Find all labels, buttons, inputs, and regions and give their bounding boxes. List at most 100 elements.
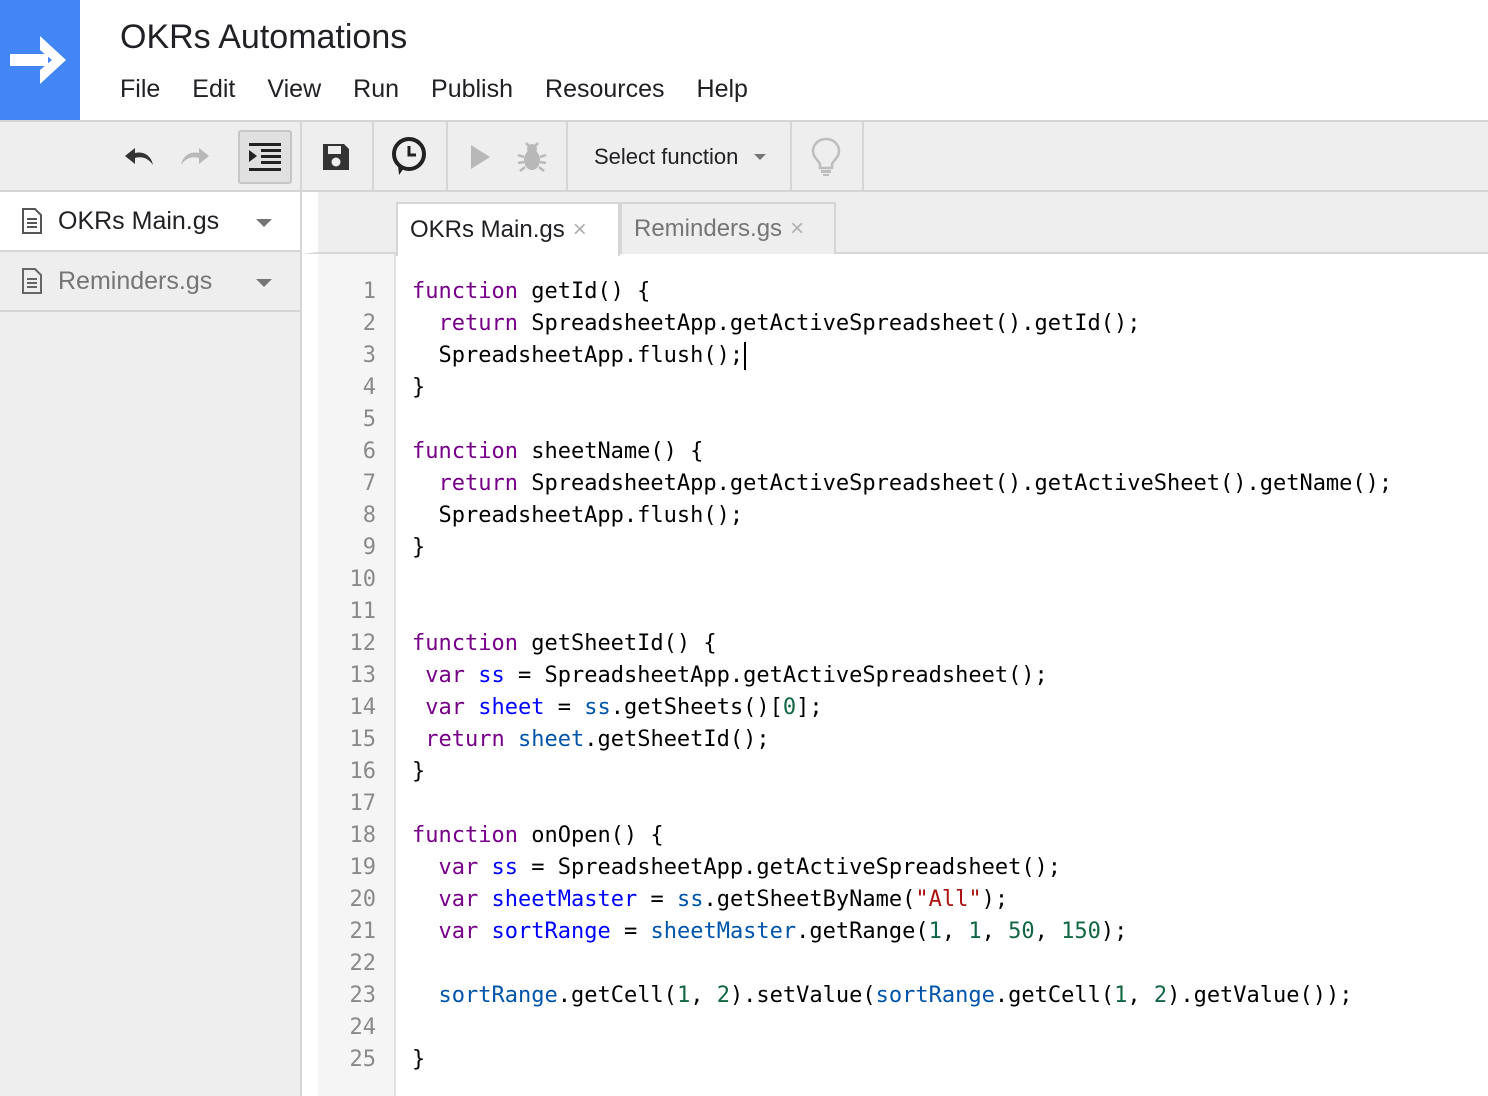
close-icon[interactable]: × (790, 217, 804, 241)
code-line[interactable]: return sheet.getSheetId(); (412, 724, 1482, 756)
sidebar-file-okrs-main[interactable]: OKRs Main.gs (0, 192, 300, 252)
code-line[interactable] (412, 1012, 1482, 1044)
code-line[interactable] (412, 596, 1482, 628)
code-line[interactable] (412, 404, 1482, 436)
tab-reminders[interactable]: Reminders.gs × (620, 202, 836, 254)
line-number: 12 (349, 631, 377, 656)
undo-icon (125, 148, 153, 165)
menu-file[interactable]: File (120, 72, 160, 106)
sidebar-file-label: Reminders.gs (58, 266, 213, 295)
line-number: 1 (362, 279, 376, 304)
line-number: 18 (349, 823, 377, 848)
redo-icon (181, 148, 209, 165)
code-line[interactable]: sortRange.getCell(1, 2).setValue(sortRan… (412, 980, 1482, 1012)
line-number: 24 (349, 1015, 377, 1040)
code-line[interactable]: } (412, 756, 1482, 788)
line-number: 6 (362, 439, 376, 464)
line-number: 17 (349, 791, 377, 816)
code-line[interactable]: return SpreadsheetApp.getActiveSpreadshe… (412, 308, 1482, 340)
undo-button[interactable] (118, 136, 162, 178)
menu-publish[interactable]: Publish (431, 72, 513, 106)
line-number: 11 (349, 599, 377, 624)
redo-button[interactable] (172, 136, 216, 178)
line-number: 19 (349, 855, 377, 880)
file-sidebar: OKRs Main.gs Reminders.gs (0, 192, 302, 1096)
bug-icon (517, 142, 547, 172)
app-header: OKRs Automations File Edit View Run Publ… (0, 0, 1488, 120)
code-line[interactable]: var ss = SpreadsheetApp.getActiveSpreads… (412, 852, 1482, 884)
text-cursor (744, 342, 747, 370)
code-line[interactable] (412, 948, 1482, 980)
line-number: 2 (362, 311, 376, 336)
code-line[interactable]: var sheet = ss.getSheets()[0]; (412, 692, 1482, 724)
chevron-down-icon[interactable] (256, 219, 272, 227)
line-number: 7 (362, 471, 376, 496)
code-line[interactable]: function getId() { (412, 276, 1482, 308)
triggers-button[interactable] (384, 132, 434, 182)
select-function-label: Select function (594, 144, 739, 169)
indent-button[interactable] (238, 130, 292, 184)
lightbulb-button[interactable] (800, 132, 852, 182)
code-editor[interactable]: function getId() { return SpreadsheetApp… (412, 276, 1482, 1076)
line-number: 5 (362, 407, 376, 432)
toolbar: Select function (0, 120, 1488, 192)
menu-edit[interactable]: Edit (192, 72, 235, 106)
chevron-down-icon[interactable] (256, 279, 272, 287)
code-line[interactable]: SpreadsheetApp.flush(); (412, 500, 1482, 532)
clock-trigger-icon (392, 137, 426, 175)
menu-view[interactable]: View (267, 72, 321, 106)
save-icon (323, 144, 349, 170)
code-line[interactable]: var sortRange = sheetMaster.getRange(1, … (412, 916, 1482, 948)
line-number: 13 (349, 663, 377, 688)
run-button[interactable] (458, 136, 502, 178)
line-number: 4 (362, 375, 376, 400)
save-button[interactable] (312, 134, 360, 180)
project-title[interactable]: OKRs Automations (120, 18, 407, 57)
code-line[interactable]: return SpreadsheetApp.getActiveSpreadshe… (412, 468, 1482, 500)
code-line[interactable]: } (412, 532, 1482, 564)
code-line[interactable]: } (412, 372, 1482, 404)
code-line[interactable]: var sheetMaster = ss.getSheetByName("All… (412, 884, 1482, 916)
line-number: 3 (362, 343, 376, 368)
play-icon (471, 145, 490, 169)
document-icon (22, 268, 42, 294)
menu-help[interactable]: Help (697, 72, 748, 106)
file-tabs: OKRs Main.gs × Reminders.gs × (302, 192, 1488, 256)
code-line[interactable] (412, 564, 1482, 596)
line-number: 9 (362, 535, 376, 560)
sidebar-file-label: OKRs Main.gs (58, 206, 220, 235)
code-line[interactable]: SpreadsheetApp.flush(); (412, 340, 1482, 372)
line-number: 21 (349, 919, 377, 944)
code-line[interactable]: var ss = SpreadsheetApp.getActiveSpreads… (412, 660, 1482, 692)
indent-icon (249, 143, 281, 171)
line-number: 22 (349, 951, 377, 976)
line-number: 23 (349, 983, 377, 1008)
app-logo[interactable] (0, 0, 80, 120)
line-number: 8 (362, 503, 376, 528)
menu-run[interactable]: Run (353, 72, 399, 106)
line-number: 10 (349, 567, 377, 592)
code-line[interactable] (412, 788, 1482, 820)
line-number: 20 (349, 887, 377, 912)
menu-resources[interactable]: Resources (545, 72, 665, 106)
line-number: 16 (349, 759, 377, 784)
arrow-right-icon (10, 36, 66, 84)
tab-label: OKRs Main.gs (410, 216, 565, 243)
line-number-gutter: 1 2 3 4 5 6 7 8 9 10 11 12 13 14 15 16 17 18 19 20 21 22 23 24 2… (318, 254, 396, 1096)
line-number: 15 (349, 727, 377, 752)
code-line[interactable]: function onOpen() { (412, 820, 1482, 852)
debug-button[interactable] (510, 136, 554, 178)
chevron-down-icon (754, 154, 767, 160)
code-line[interactable]: function sheetName() { (412, 436, 1482, 468)
tab-label: Reminders.gs (634, 215, 783, 242)
code-line[interactable]: } (412, 1044, 1482, 1076)
editor-area: OKRs Main.gs × Reminders.gs × 1234567891… (302, 192, 1488, 1096)
lightbulb-icon (811, 137, 841, 176)
menu-bar: File Edit View Run Publish Resources Hel… (120, 72, 780, 106)
select-function-dropdown[interactable]: Select function (576, 122, 788, 192)
close-icon[interactable]: × (573, 218, 587, 242)
code-line[interactable]: function getSheetId() { (412, 628, 1482, 660)
tab-okrs-main[interactable]: OKRs Main.gs × (396, 202, 620, 256)
document-icon (22, 208, 42, 234)
sidebar-file-reminders[interactable]: Reminders.gs (0, 252, 300, 312)
